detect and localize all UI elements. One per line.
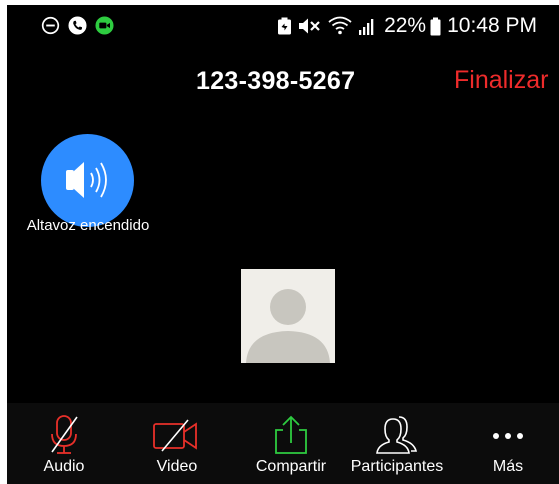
audio-button[interactable]: Audio (18, 403, 110, 484)
more-icon (493, 433, 523, 439)
participants-label: Participantes (350, 458, 444, 475)
share-button[interactable]: Compartir (245, 403, 337, 484)
video-label: Video (156, 458, 198, 475)
more-button[interactable]: Más (464, 403, 552, 484)
meeting-id: 123-398-5267 (196, 67, 356, 95)
do-not-disturb-icon (41, 16, 60, 35)
video-button[interactable]: Video (131, 403, 223, 484)
zoom-video-icon (95, 16, 114, 35)
speaker-toggle-button[interactable] (41, 134, 134, 227)
more-label: Más (492, 458, 524, 475)
speaker-on-icon (66, 162, 107, 198)
participants-icon (376, 416, 418, 454)
status-bar: 22% 10:48 PM (7, 5, 559, 45)
status-icons: 22% 10:48 PM (277, 14, 537, 38)
share-label: Compartir (255, 458, 327, 475)
share-icon (275, 415, 307, 454)
end-meeting-button[interactable]: Finalizar (454, 66, 548, 95)
battery-saver-icon (278, 17, 292, 35)
clock: 10:48 PM (447, 14, 537, 37)
battery-percent: 22% (384, 14, 427, 37)
phone-call-icon (68, 16, 87, 35)
audio-label: Audio (43, 458, 85, 475)
mute-icon (299, 18, 320, 34)
meeting-toolbar: Audio Video Compartir Participantes Más (7, 403, 559, 484)
participants-button[interactable]: Participantes (341, 403, 453, 484)
wifi-icon (328, 16, 352, 35)
zoom-meeting-screen: 22% 10:48 PM 123-398-5267 Finalizar Alta… (7, 5, 559, 484)
microphone-muted-icon (51, 415, 78, 454)
participant-avatar (241, 269, 335, 363)
default-user-icon (241, 269, 335, 363)
video-off-icon (153, 419, 197, 452)
battery-icon (430, 17, 441, 35)
signal-icon (359, 19, 374, 35)
speaker-status-label: Altavoz encendido (26, 217, 150, 234)
